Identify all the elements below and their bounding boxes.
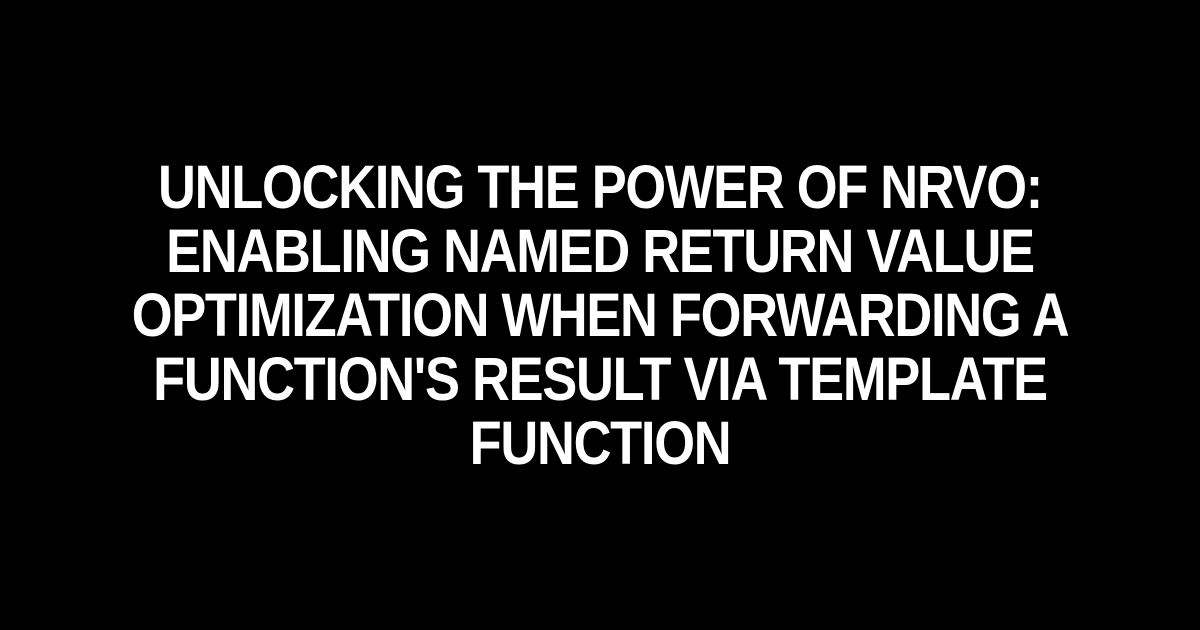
page-title: Unlocking the Power of NRVO: Enabling Na… bbox=[84, 155, 1116, 475]
